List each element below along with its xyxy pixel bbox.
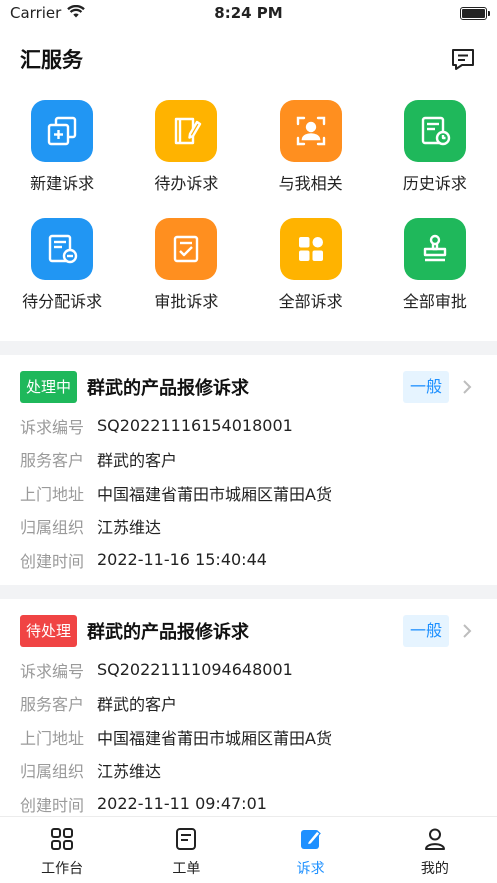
row-key: 服务客户 bbox=[20, 451, 85, 471]
pending-assign-icon bbox=[31, 218, 94, 280]
status-time: 8:24 PM bbox=[214, 4, 283, 22]
grid-label: 历史诉求 bbox=[402, 174, 467, 193]
row-value: 2022-11-16 15:40:44 bbox=[97, 550, 267, 570]
grid-label: 全部审批 bbox=[402, 292, 467, 311]
chevron-right-icon[interactable] bbox=[457, 621, 477, 641]
grid-label: 待办诉求 bbox=[154, 174, 219, 193]
row-value: 群武的客户 bbox=[97, 695, 178, 715]
row-value: 中国福建省莆田市城厢区莆田A货 bbox=[97, 728, 332, 748]
all-approvals-icon bbox=[403, 218, 466, 280]
grid-item-todo-request[interactable]: 待办诉求 bbox=[124, 100, 248, 194]
info-row: 服务客户 群武的客户 bbox=[20, 443, 477, 477]
workbench-icon bbox=[50, 827, 74, 855]
level-badge: 一般 bbox=[402, 371, 449, 403]
row-value: 中国福建省莆田市城厢区莆田A货 bbox=[97, 484, 332, 504]
level-badge: 一般 bbox=[402, 615, 449, 647]
related-to-me-icon bbox=[279, 100, 342, 162]
tab-label: 我的 bbox=[420, 861, 449, 877]
grid-item-all-approvals[interactable]: 全部审批 bbox=[373, 218, 497, 312]
bottom-tab-bar: 工作台 工单 诉求 我的 bbox=[0, 816, 497, 883]
row-key: 诉求编号 bbox=[20, 417, 85, 437]
info-row: 诉求编号 SQ20221111094648001 bbox=[20, 653, 477, 687]
info-row: 诉求编号 SQ20221116154018001 bbox=[20, 409, 477, 443]
row-key: 创建时间 bbox=[20, 795, 85, 815]
row-key: 上门地址 bbox=[20, 728, 85, 748]
profile-icon bbox=[423, 827, 447, 855]
all-requests-icon bbox=[279, 218, 342, 280]
card-header: 待处理 群武的产品报修诉求 一般 bbox=[20, 613, 477, 649]
work-order-icon bbox=[174, 827, 198, 855]
message-icon[interactable] bbox=[449, 45, 477, 73]
info-row: 创建时间 2022-11-16 15:40:44 bbox=[20, 543, 477, 577]
new-request-icon bbox=[31, 100, 94, 162]
info-row: 服务客户 群武的客户 bbox=[20, 687, 477, 721]
tab-label: 工单 bbox=[172, 861, 201, 877]
row-value: 群武的客户 bbox=[97, 451, 178, 471]
section-divider bbox=[0, 585, 497, 599]
status-right bbox=[347, 6, 490, 20]
tab-work-order[interactable]: 工单 bbox=[124, 817, 248, 883]
info-row: 归属组织 江苏维达 bbox=[20, 754, 477, 788]
card-title: 群武的产品报修诉求 bbox=[87, 622, 250, 643]
section-divider bbox=[0, 341, 497, 355]
tab-request[interactable]: 诉求 bbox=[249, 817, 373, 883]
quick-action-grid: 新建诉求 待办诉求 与我相关 历史诉求 待分配诉求 审批诉求 全部诉求 全部审批 bbox=[0, 100, 497, 312]
status-bar: Carrier 8:24 PM bbox=[0, 0, 497, 26]
info-row: 上门地址 中国福建省莆田市城厢区莆田A货 bbox=[20, 720, 477, 754]
status-left: Carrier bbox=[10, 4, 150, 22]
request-card[interactable]: 待处理 群武的产品报修诉求 一般 诉求编号 SQ20221111094648001… bbox=[0, 599, 497, 821]
request-card[interactable]: 处理中 群武的产品报修诉求 一般 诉求编号 SQ20221116154018001… bbox=[0, 355, 497, 577]
grid-label: 与我相关 bbox=[278, 174, 343, 193]
row-value: SQ20221116154018001 bbox=[97, 416, 293, 436]
row-key: 创建时间 bbox=[20, 551, 85, 571]
grid-label: 审批诉求 bbox=[154, 292, 219, 311]
grid-item-history-request[interactable]: 历史诉求 bbox=[373, 100, 497, 194]
todo-request-icon bbox=[155, 100, 218, 162]
history-request-icon bbox=[403, 100, 466, 162]
tab-profile[interactable]: 我的 bbox=[373, 817, 497, 883]
request-icon bbox=[299, 827, 323, 855]
status-badge: 待处理 bbox=[20, 615, 78, 647]
row-value: 江苏维达 bbox=[97, 518, 162, 538]
row-key: 上门地址 bbox=[20, 484, 85, 504]
grid-item-all-requests[interactable]: 全部诉求 bbox=[249, 218, 373, 312]
wifi-icon bbox=[67, 4, 86, 22]
row-key: 归属组织 bbox=[20, 518, 85, 538]
grid-label: 全部诉求 bbox=[278, 292, 343, 311]
row-key: 服务客户 bbox=[20, 695, 85, 715]
grid-label: 待分配诉求 bbox=[22, 292, 103, 311]
row-key: 归属组织 bbox=[20, 762, 85, 782]
card-title: 群武的产品报修诉求 bbox=[87, 378, 250, 399]
row-value: 2022-11-11 09:47:01 bbox=[97, 794, 267, 814]
tab-label: 工作台 bbox=[41, 861, 84, 877]
grid-label: 新建诉求 bbox=[30, 174, 95, 193]
grid-item-related-to-me[interactable]: 与我相关 bbox=[249, 100, 373, 194]
chevron-right-icon[interactable] bbox=[457, 377, 477, 397]
card-header: 处理中 群武的产品报修诉求 一般 bbox=[20, 369, 477, 405]
page-title: 汇服务 bbox=[20, 48, 83, 72]
grid-item-pending-assign[interactable]: 待分配诉求 bbox=[0, 218, 124, 312]
row-key: 诉求编号 bbox=[20, 661, 85, 681]
carrier-label: Carrier bbox=[10, 4, 62, 22]
info-row: 上门地址 中国福建省莆田市城厢区莆田A货 bbox=[20, 476, 477, 510]
grid-item-approval-request[interactable]: 审批诉求 bbox=[124, 218, 248, 312]
battery-icon bbox=[459, 6, 490, 20]
row-value: SQ20221111094648001 bbox=[97, 660, 293, 680]
tab-workbench[interactable]: 工作台 bbox=[0, 817, 124, 883]
row-value: 江苏维达 bbox=[97, 762, 162, 782]
page-header: 汇服务 bbox=[0, 38, 497, 80]
approval-request-icon bbox=[155, 218, 218, 280]
status-badge: 处理中 bbox=[20, 371, 78, 403]
tab-label: 诉求 bbox=[296, 861, 325, 877]
grid-item-new-request[interactable]: 新建诉求 bbox=[0, 100, 124, 194]
info-row: 归属组织 江苏维达 bbox=[20, 510, 477, 544]
